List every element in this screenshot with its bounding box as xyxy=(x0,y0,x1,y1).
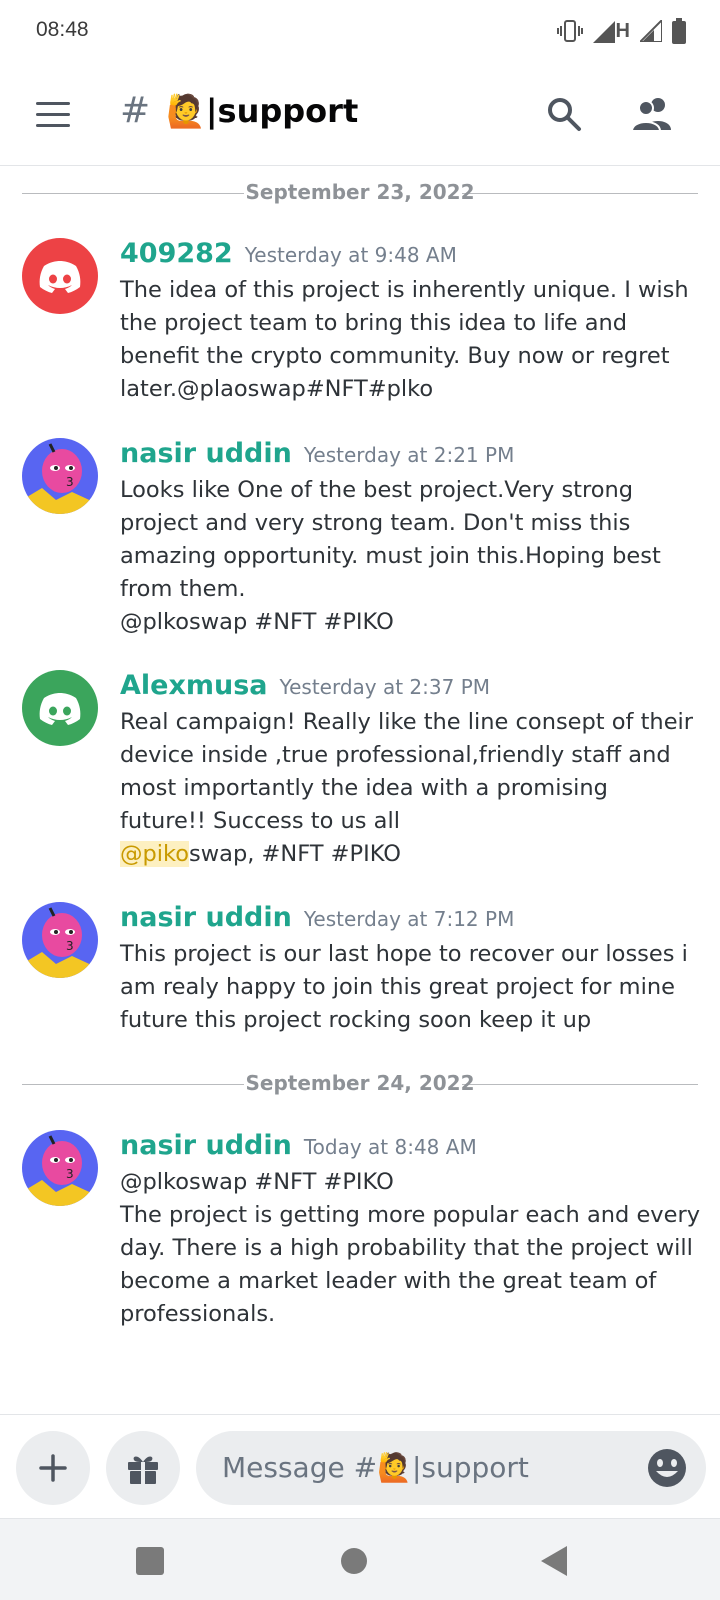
signal-icon: H xyxy=(592,19,630,43)
avatar-character-icon: 3 xyxy=(22,1135,98,1206)
status-time: 08:48 xyxy=(36,18,89,41)
avatar-character-icon: 3 xyxy=(22,907,98,978)
message-input[interactable]: Message #🙋|support xyxy=(196,1431,706,1505)
channel-emoji: 🙋 xyxy=(166,92,206,130)
recents-icon[interactable] xyxy=(130,1541,170,1581)
vibrate-icon xyxy=(556,20,583,42)
search-icon[interactable] xyxy=(540,90,588,138)
message-author[interactable]: 409282 Yesterday at 9:48 AM xyxy=(120,238,457,269)
date-divider-label: September 24, 2022 xyxy=(245,1071,475,1095)
placeholder-prefix: Message # xyxy=(222,1451,378,1484)
signal-2-icon xyxy=(640,20,662,42)
placeholder-emoji: 🙋 xyxy=(377,1451,412,1484)
status-icons: H xyxy=(556,14,686,48)
message-text: Looks like One of the best project.Very … xyxy=(120,477,661,602)
message-text: This project is our last hope to recover… xyxy=(120,941,688,1033)
message-text: The project is getting more popular each… xyxy=(120,1202,701,1327)
placeholder-channel: support xyxy=(421,1451,529,1484)
network-type: H xyxy=(615,19,630,42)
date-divider-label: September 23, 2022 xyxy=(245,180,475,204)
message-content: @plkoswap #NFT #PIKO The project is gett… xyxy=(120,1166,700,1331)
avatar[interactable]: 3 xyxy=(22,1130,98,1206)
date-divider: September 24, 2022 xyxy=(22,1069,698,1099)
channel-hash-icon: # xyxy=(120,90,151,131)
add-attachment-button[interactable] xyxy=(16,1431,90,1505)
date-divider: September 23, 2022 xyxy=(22,178,698,208)
message-text: swap, #NFT #PIKO xyxy=(189,841,401,867)
avatar-character-icon: 3 xyxy=(22,443,98,514)
discord-logo-icon xyxy=(39,693,81,725)
message-timestamp: Yesterday at 7:12 PM xyxy=(303,907,515,931)
message-author[interactable]: nasir uddin Today at 8:48 AM xyxy=(120,1130,477,1161)
svg-text:3: 3 xyxy=(66,1167,74,1181)
plus-icon xyxy=(39,1454,67,1482)
message-timestamp: Today at 8:48 AM xyxy=(303,1135,477,1159)
message-timestamp: Yesterday at 2:37 PM xyxy=(279,675,491,699)
discord-logo-icon xyxy=(39,261,81,293)
message-content: Looks like One of the best project.Very … xyxy=(120,474,700,639)
channel-separator: | xyxy=(205,92,218,130)
author-name[interactable]: Alexmusa xyxy=(120,670,268,701)
status-bar: 08:48 H xyxy=(0,0,720,64)
home-icon[interactable] xyxy=(334,1541,374,1581)
svg-text:3: 3 xyxy=(66,939,74,953)
back-icon[interactable] xyxy=(534,1541,574,1581)
message-text: @plkoswap #NFT #PIKO xyxy=(120,1169,394,1195)
author-name[interactable]: nasir uddin xyxy=(120,902,292,933)
message-timestamp: Yesterday at 9:48 AM xyxy=(244,243,457,267)
message-content: The idea of this project is inherently u… xyxy=(120,274,700,406)
message-author[interactable]: Alexmusa Yesterday at 2:37 PM xyxy=(120,670,490,701)
message-text-tags: @pikoswap, #NFT #PIKO xyxy=(120,838,700,871)
system-nav-bar xyxy=(0,1518,720,1600)
avatar[interactable] xyxy=(22,238,98,314)
user-mention[interactable]: @piko xyxy=(120,841,190,867)
author-name[interactable]: 409282 xyxy=(120,238,233,269)
message-text: @plkoswap #NFT #PIKO xyxy=(120,609,394,635)
message-list[interactable]: September 23, 2022 409282 Yesterday at 9:… xyxy=(0,166,720,1414)
message-content: This project is our last hope to recover… xyxy=(120,938,700,1037)
author-name[interactable]: nasir uddin xyxy=(120,1130,292,1161)
avatar[interactable]: 3 xyxy=(22,902,98,978)
placeholder-separator: | xyxy=(411,1451,422,1484)
avatar[interactable] xyxy=(22,670,98,746)
message-author[interactable]: nasir uddin Yesterday at 7:12 PM xyxy=(120,902,514,933)
battery-icon xyxy=(672,18,686,44)
message-composer: Message #🙋|support xyxy=(0,1414,720,1518)
svg-text:3: 3 xyxy=(66,475,74,489)
channel-title[interactable]: 🙋|support xyxy=(166,92,358,130)
author-name[interactable]: nasir uddin xyxy=(120,438,292,469)
emoji-icon[interactable] xyxy=(646,1447,688,1489)
hamburger-menu-icon[interactable] xyxy=(32,96,74,134)
message-input-placeholder: Message #🙋|support xyxy=(222,1451,529,1484)
message-text: The idea of this project is inherently u… xyxy=(120,277,689,402)
message-content: Real campaign! Really like the line cons… xyxy=(120,706,700,871)
channel-header: # 🙋|support xyxy=(0,64,720,166)
gift-button[interactable] xyxy=(106,1431,180,1505)
members-icon[interactable] xyxy=(628,90,676,138)
message-timestamp: Yesterday at 2:21 PM xyxy=(303,443,515,467)
channel-name: support xyxy=(217,92,359,130)
message-text: Real campaign! Really like the line cons… xyxy=(120,709,694,834)
gift-icon xyxy=(128,1456,158,1484)
message-author[interactable]: nasir uddin Yesterday at 2:21 PM xyxy=(120,438,514,469)
avatar[interactable]: 3 xyxy=(22,438,98,514)
